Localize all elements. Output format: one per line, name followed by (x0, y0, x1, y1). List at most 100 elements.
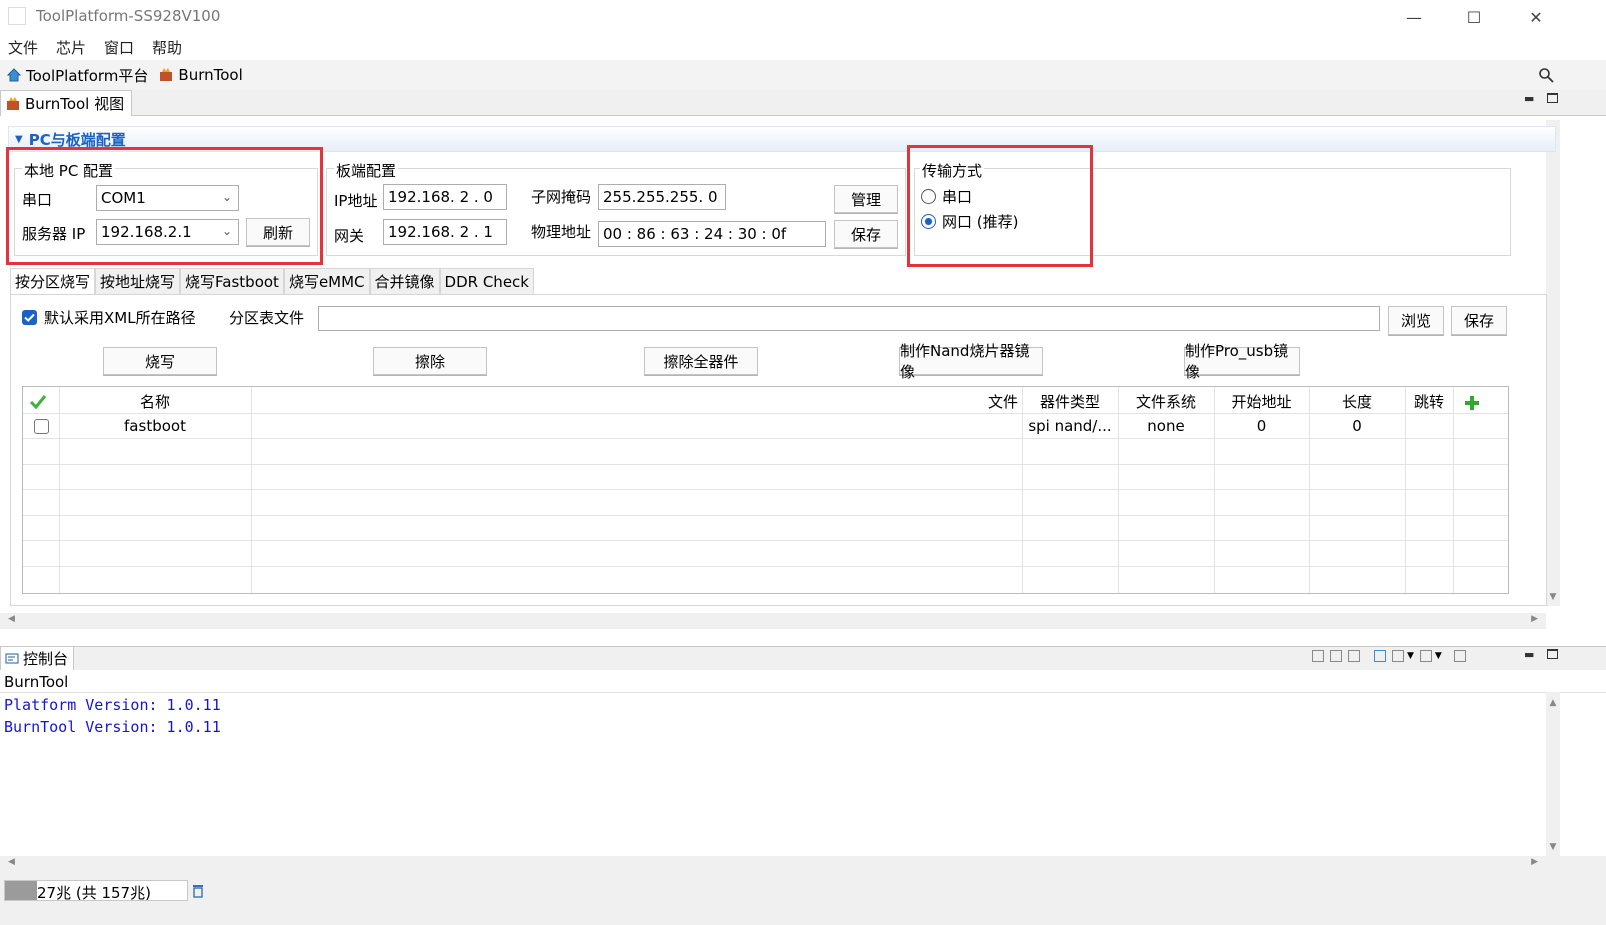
use-xml-path-checkbox[interactable] (22, 310, 37, 325)
title-bar: ToolPlatform-SS928V100 — ☐ ✕ (0, 0, 1606, 34)
row-start-address: 0 (1256, 417, 1267, 435)
trash-icon[interactable] (192, 884, 204, 898)
burntool-button[interactable]: BurnTool (158, 66, 243, 84)
make-nand-image-button[interactable]: 制作Nand烧片器镜像 (899, 342, 1043, 381)
row-name: fastboot (124, 417, 186, 435)
word-wrap-icon[interactable] (1348, 650, 1360, 662)
mac-address-field[interactable]: 00 : 86 : 63 : 24 : 30 : 0f (598, 221, 826, 247)
scroll-right-icon[interactable]: ▶ (1531, 857, 1538, 867)
scroll-left-icon[interactable]: ◀ (8, 614, 15, 624)
close-button[interactable]: ✕ (1506, 0, 1566, 34)
display-console-icon[interactable] (1392, 650, 1404, 662)
console-output[interactable]: BurnTool Platform Version: 1.0.11 BurnTo… (0, 670, 1606, 856)
toolplatform-button[interactable]: ToolPlatform平台 (6, 65, 148, 86)
gateway-label: 网关 (334, 227, 365, 245)
minimize-console-icon[interactable]: ▬ (1524, 648, 1534, 661)
partition-save-button[interactable]: 保存 (1451, 306, 1507, 335)
tab-partition-burn[interactable]: 按分区烧写 (10, 268, 96, 294)
highlight-box-transfer (907, 145, 1093, 267)
menu-help[interactable]: 帮助 (152, 37, 182, 58)
column-header-device-type[interactable]: 器件类型 (1022, 391, 1118, 413)
ip-label: IP地址 (334, 192, 378, 210)
burn-tabs: 按分区烧写 按地址烧写 烧写Fastboot 烧写eMMC 合并镜像 DDR C… (10, 268, 1547, 294)
erase-button[interactable]: 擦除 (373, 347, 487, 375)
console-icon (5, 653, 19, 663)
tab-merge-image[interactable]: 合并镜像 (369, 268, 440, 294)
scroll-down-icon[interactable]: ▼ (1546, 592, 1560, 602)
chevron-down-icon[interactable]: ▼ (1407, 651, 1414, 661)
column-header-jump[interactable]: 跳转 (1405, 391, 1453, 413)
clear-console-icon[interactable] (1312, 650, 1324, 662)
maximize-console-icon[interactable] (1547, 649, 1558, 659)
status-bar: 27兆 (共 157兆) (0, 878, 1606, 903)
row-checkbox[interactable] (34, 419, 49, 434)
burntool-icon (160, 68, 173, 81)
ip-address-field[interactable]: 192.168. 2 . 0 (383, 184, 507, 210)
tab-emmc-burn[interactable]: 烧写eMMC (283, 268, 370, 294)
scroll-down-icon[interactable]: ▼ (1546, 842, 1560, 852)
highlight-box-local-pc (6, 147, 323, 265)
mac-label: 物理地址 (531, 223, 592, 241)
tab-console[interactable]: 控制台 (0, 646, 74, 670)
app-icon (8, 7, 26, 25)
heap-status[interactable]: 27兆 (共 157兆) (4, 880, 188, 902)
table-file-label: 分区表文件 (229, 309, 305, 327)
tab-address-burn[interactable]: 按地址烧写 (95, 268, 181, 294)
heap-usage-fill (5, 881, 37, 900)
manage-button[interactable]: 管理 (834, 185, 898, 213)
use-xml-path-option[interactable]: 默认采用XML所在路径 (22, 307, 196, 328)
console-vertical-scrollbar[interactable]: ▲ ▼ (1546, 692, 1560, 856)
subnet-label: 子网掩码 (531, 188, 592, 206)
menu-file[interactable]: 文件 (8, 37, 38, 58)
search-icon[interactable] (1538, 67, 1554, 83)
console-toolbar: ▼ ▼ (1306, 650, 1466, 662)
select-all-check-icon[interactable] (29, 391, 47, 413)
subnet-field[interactable]: 255.255.255. 0 (598, 184, 726, 210)
maximize-view-icon[interactable] (1547, 93, 1558, 103)
tab-burntool-view[interactable]: BurnTool 视图 (0, 90, 132, 116)
row-device-type: spi nand/... (1028, 417, 1112, 435)
column-header-start-address[interactable]: 开始地址 (1214, 391, 1309, 413)
board-save-button[interactable]: 保存 (834, 220, 898, 248)
view-menu-icon[interactable] (1453, 650, 1466, 662)
menu-chip[interactable]: 芯片 (56, 37, 86, 58)
menu-window[interactable]: 窗口 (104, 37, 134, 58)
view-tab-strip (132, 90, 1606, 116)
minimize-button[interactable]: — (1384, 0, 1444, 34)
column-header-name[interactable]: 名称 (59, 391, 251, 413)
column-header-file[interactable]: 文件 (923, 391, 1018, 413)
open-console-icon[interactable] (1419, 650, 1432, 662)
chevron-down-icon[interactable]: ▼ (1435, 651, 1442, 661)
board-title: 板端配置 (334, 160, 399, 181)
scroll-lock-icon[interactable] (1330, 650, 1342, 662)
browse-button[interactable]: 浏览 (1388, 306, 1444, 335)
console-horizontal-scrollbar[interactable]: ◀ ▶ (0, 856, 1546, 872)
row-length: 0 (1352, 417, 1362, 435)
horizontal-scrollbar[interactable]: ◀ ▶ (0, 613, 1546, 629)
burn-button[interactable]: 烧写 (103, 347, 217, 375)
home-icon (6, 68, 22, 82)
burntool-icon (7, 96, 19, 110)
add-row-icon[interactable] (1464, 392, 1480, 414)
make-pro-usb-image-button[interactable]: 制作Pro_usb镜像 (1184, 342, 1300, 381)
console-header: BurnTool (4, 673, 69, 691)
row-filesystem: none (1147, 417, 1185, 435)
pin-console-icon[interactable] (1374, 650, 1386, 662)
console-line: BurnTool Version: 1.0.11 (4, 718, 221, 736)
table-file-input[interactable] (318, 306, 1380, 331)
scroll-left-icon[interactable]: ◀ (8, 857, 15, 867)
minimize-view-icon[interactable]: ▬ (1524, 92, 1534, 105)
vertical-scrollbar[interactable]: ▲ ▼ (1546, 120, 1560, 606)
tab-fastboot-burn[interactable]: 烧写Fastboot (180, 268, 284, 294)
console-line: Platform Version: 1.0.11 (4, 696, 221, 714)
collapse-icon[interactable]: ▼ (15, 134, 23, 145)
gateway-field[interactable]: 192.168. 2 . 1 (383, 219, 507, 245)
scroll-up-icon[interactable]: ▲ (1546, 698, 1560, 708)
tab-ddr-check[interactable]: DDR Check (439, 268, 534, 294)
column-header-filesystem[interactable]: 文件系统 (1118, 391, 1214, 413)
maximize-button[interactable]: ☐ (1444, 0, 1504, 34)
toolbar: ToolPlatform平台 BurnTool (0, 60, 1606, 90)
column-header-length[interactable]: 长度 (1309, 391, 1405, 413)
scroll-right-icon[interactable]: ▶ (1531, 614, 1538, 624)
erase-all-button[interactable]: 擦除全器件 (644, 347, 758, 375)
